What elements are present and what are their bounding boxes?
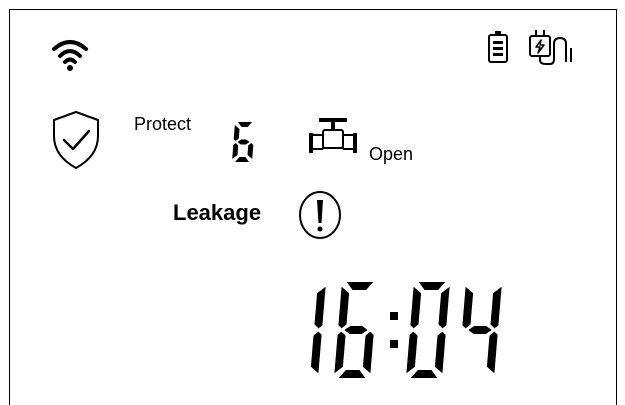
valve-icon <box>309 118 357 153</box>
protect-digit-0-segment-a <box>238 122 252 127</box>
clock-digit-3-segment-f <box>462 286 474 329</box>
valve-status: Open <box>369 144 414 164</box>
clock-digit-3-segment-c <box>486 331 498 374</box>
protect-label: Protect <box>134 114 192 134</box>
clock-digit-1-segment-a <box>346 282 374 290</box>
clock-digit-2-segment-d <box>410 370 438 378</box>
clock-digit-1-segment-e <box>334 331 346 374</box>
clock-digit-2-segment-e <box>406 331 418 374</box>
protect-digit-0-segment-d <box>235 157 249 162</box>
clock-digit-2-segment-f <box>410 286 422 329</box>
plug-charging-icon <box>529 30 572 65</box>
leakage-label: Leakage <box>173 200 262 225</box>
clock-digit-2-segment-c <box>434 331 446 374</box>
clock-digit-1-segment-c <box>362 331 374 374</box>
clock-digit-3-segment-g <box>468 326 492 334</box>
clock-digit-1-segment-d <box>338 370 366 378</box>
shield-check-icon <box>53 110 99 170</box>
battery-icon <box>488 31 508 63</box>
protect-digit-0-segment-e <box>232 143 239 159</box>
frame-top-border <box>9 9 617 10</box>
exclamation-circle-icon <box>299 191 341 239</box>
protect-digit-0-segment-g <box>237 139 250 145</box>
clock-digit-2-segment-a <box>418 282 446 290</box>
clock-digit-1-segment-g <box>344 326 368 334</box>
clock-digit-3-segment-b <box>490 286 502 329</box>
protect-digit-0-segment-c <box>247 143 254 159</box>
wifi-icon <box>52 40 88 71</box>
clock-digit-0-segment-c <box>310 331 322 374</box>
protect-digit-0-segment-f <box>233 125 240 141</box>
clock-digit-2-segment-b <box>438 286 450 329</box>
clock-digit-1-segment-f <box>338 286 350 329</box>
clock-colon-dot-1 <box>390 340 398 348</box>
clock-colon-dot-0 <box>390 312 398 320</box>
clock-display <box>310 282 502 378</box>
clock-digit-0-segment-b <box>314 286 326 329</box>
frame-right-border <box>616 9 617 405</box>
frame-left-border <box>9 9 10 405</box>
protect-level-digit <box>232 122 254 162</box>
protect-level-digit-segments <box>232 122 254 162</box>
